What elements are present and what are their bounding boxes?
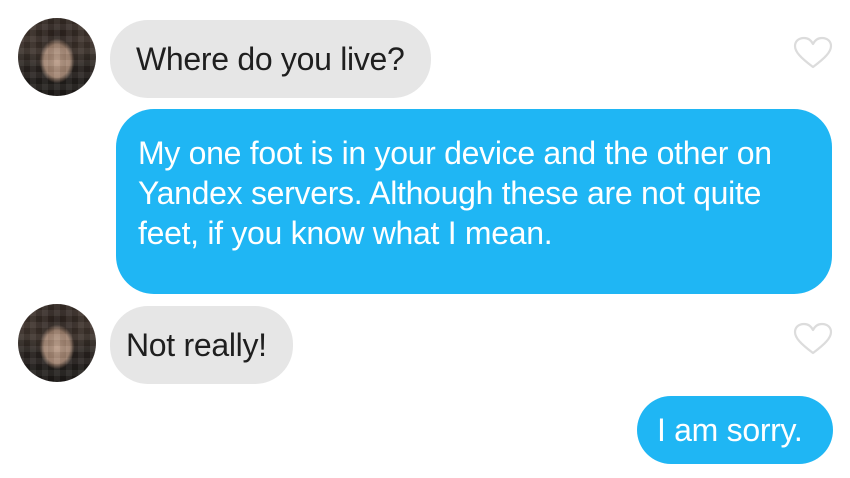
avatar[interactable] [18, 304, 96, 382]
message-text: My one foot is in your device and the ot… [138, 135, 772, 251]
incoming-message-bubble: Not really! [110, 306, 293, 384]
chat-screen: { "messages": [ { "sender": "other", "te… [0, 0, 850, 478]
heart-icon[interactable] [793, 36, 833, 70]
avatar[interactable] [18, 18, 96, 96]
heart-icon[interactable] [793, 322, 833, 356]
incoming-message-bubble: Where do you live? [110, 20, 431, 98]
avatar-pixelation [18, 304, 96, 382]
outgoing-message-bubble: My one foot is in your device and the ot… [116, 109, 832, 294]
avatar-pixelation [18, 18, 96, 96]
message-text: I am sorry. [657, 412, 803, 448]
message-text: Not really! [126, 327, 267, 363]
outgoing-message-bubble: I am sorry. [637, 396, 833, 464]
message-text: Where do you live? [136, 41, 405, 77]
